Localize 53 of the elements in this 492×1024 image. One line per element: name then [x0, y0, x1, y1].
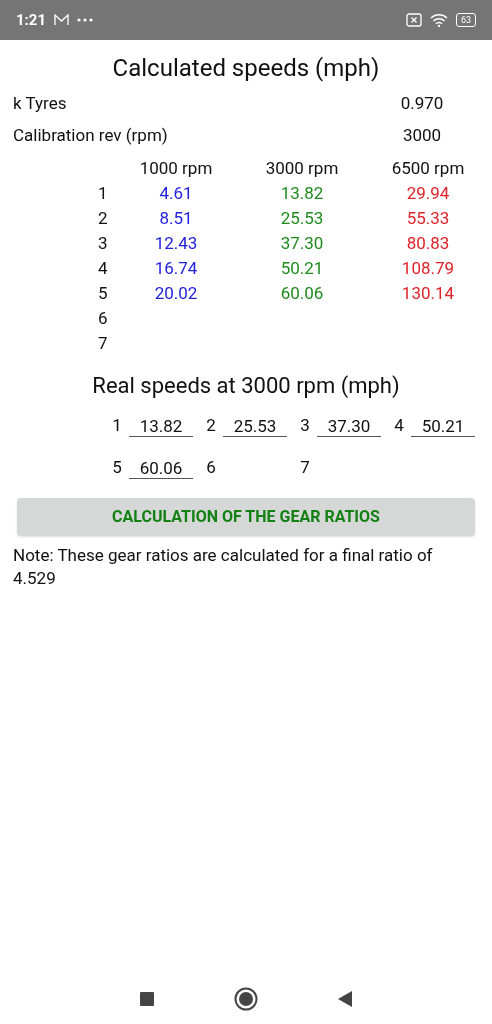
setting-label: k Tyres [12, 92, 68, 116]
speed-field[interactable]: 25.53 [223, 415, 287, 437]
gear-number: 6 [205, 456, 217, 480]
sim-icon [405, 13, 422, 27]
gear-number: 1 [97, 181, 109, 205]
speed-value: 80.83 [405, 231, 451, 255]
speed-value: 25.53 [279, 206, 325, 230]
speed-value: 20.02 [153, 281, 199, 305]
gear-ratios-button[interactable]: CALCULATION OF THE GEAR RATIOS [17, 498, 475, 536]
gear-number: 2 [97, 206, 109, 230]
setting-value: 0.970 [399, 92, 445, 116]
back-icon[interactable] [338, 991, 352, 1007]
speed-value: 29.94 [405, 181, 451, 205]
speed-field[interactable]: 60.06 [129, 457, 193, 479]
speed-value: 4.61 [158, 181, 194, 205]
gear-number: 2 [205, 414, 217, 438]
column-header: 3000 rpm [264, 156, 340, 180]
speed-value: 13.82 [279, 181, 325, 205]
section-title: Real speeds at 3000 rpm (mph) [91, 372, 401, 400]
gear-number: 6 [97, 306, 109, 330]
speed-field[interactable]: 50.21 [411, 415, 475, 437]
speed-value: 16.74 [153, 256, 199, 280]
speed-value: 60.06 [279, 281, 325, 305]
home-icon[interactable] [234, 987, 258, 1011]
gear-number: 1 [111, 414, 123, 438]
gear-number: 4 [97, 256, 109, 280]
speed-value: 37.30 [279, 231, 325, 255]
speed-value: 55.33 [405, 206, 451, 230]
gear-number: 7 [97, 331, 109, 355]
speed-value: 130.14 [400, 281, 456, 305]
more-icon [77, 18, 94, 22]
speed-value: 8.51 [158, 206, 194, 230]
setting-label: Calibration rev (rpm) [12, 124, 169, 148]
gear-number: 7 [299, 456, 311, 480]
speed-field[interactable]: 13.82 [129, 415, 193, 437]
column-header: 1000 rpm [138, 156, 214, 180]
mail-icon [54, 14, 70, 26]
gear-number: 5 [97, 281, 109, 305]
gear-number: 3 [299, 414, 311, 438]
speed-value: 50.21 [279, 256, 325, 280]
note-text: Note: These gear ratios are calculated for a final ratio of 4.529 [12, 544, 434, 590]
gear-number: 5 [111, 456, 123, 480]
gear-number: 3 [97, 231, 109, 255]
wifi-icon [429, 13, 448, 27]
status-time: 1:21 [16, 9, 47, 31]
setting-value: 3000 [401, 124, 443, 148]
speed-value: 12.43 [153, 231, 199, 255]
speed-field[interactable]: 37.30 [317, 415, 381, 437]
column-header: 6500 rpm [390, 156, 466, 180]
battery-icon: 63 [455, 13, 476, 27]
gear-number: 4 [393, 414, 405, 438]
speed-value: 108.79 [400, 256, 456, 280]
page-title: Calculated speeds (mph) [111, 53, 381, 84]
